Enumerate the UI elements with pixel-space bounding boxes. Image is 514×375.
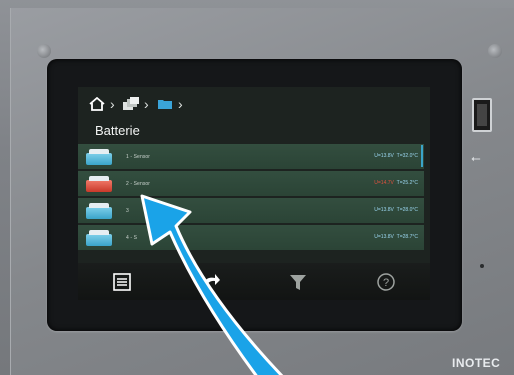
list-item[interactable]: 1 - Sensor U=13.8V T=32.0°C <box>78 144 424 169</box>
battery-icon <box>86 229 114 246</box>
sensor-label: 2 - Sensor <box>126 180 151 187</box>
sensor-label: 3 <box>126 207 129 214</box>
list-item[interactable]: 2 - Sensor U=14.7V T=25.2°C <box>78 171 424 196</box>
voltage-value: U=13.8V <box>374 207 394 213</box>
sensor-values: U=13.8V T=28.0°C <box>374 207 418 213</box>
sensor-label: 4 - S <box>126 234 138 241</box>
back-button[interactable] <box>190 267 230 297</box>
back-icon <box>203 273 220 288</box>
sensor-values: U=14.7V T=25.2°C <box>374 180 418 186</box>
temperature-value: T=28.7°C <box>396 234 418 240</box>
list-item[interactable]: 4 - S U=13.8V T=28.7°C <box>78 225 424 250</box>
list-item[interactable]: 3 U=13.8V T=28.0°C <box>78 198 424 223</box>
temperature-value: T=25.2°C <box>396 180 418 186</box>
menu-button[interactable] <box>102 267 142 297</box>
voltage-value: U=13.8V <box>374 153 394 159</box>
usb-icon: ⭠ <box>471 151 481 165</box>
temperature-value: T=32.0°C <box>396 153 418 159</box>
filter-button[interactable] <box>278 267 318 297</box>
menu-icon <box>113 272 131 291</box>
chevron-right-icon: › <box>110 96 115 112</box>
home-icon[interactable] <box>86 94 108 114</box>
sensor-values: U=13.8V T=28.7°C <box>374 234 418 240</box>
svg-text:?: ? <box>383 277 389 289</box>
voltage-value: U=13.8V <box>374 234 394 240</box>
battery-icon <box>86 202 114 219</box>
chevron-right-icon: › <box>144 96 149 112</box>
battery-list: 1 - Sensor U=13.8V T=32.0°C 2 - Sensor U… <box>78 144 424 252</box>
filter-icon <box>290 274 306 290</box>
sensor-label: 1 - Sensor <box>126 153 151 160</box>
voltage-value: U=14.7V <box>374 180 394 186</box>
temperature-value: T=28.0°C <box>396 207 418 213</box>
help-button[interactable]: ? <box>366 267 406 297</box>
scrollbar[interactable] <box>421 145 423 167</box>
touch-screen: › › › Batterie 1 - Sensor U=13.8V T=32.0… <box>78 87 430 300</box>
screw-top-right <box>488 44 502 58</box>
brand-logo: INOTEC <box>452 356 501 370</box>
devices-icon[interactable] <box>120 94 142 114</box>
sensor-values: U=13.8V T=32.0°C <box>374 153 418 159</box>
folder-icon[interactable] <box>154 94 176 114</box>
screw-top-left <box>37 44 51 58</box>
breadcrumb: › › › <box>86 93 186 115</box>
bottom-toolbar: ? <box>78 263 430 300</box>
help-icon: ? <box>377 272 395 291</box>
chevron-right-icon: › <box>178 96 183 112</box>
usb-port <box>472 98 492 132</box>
status-led <box>480 264 484 268</box>
page-title: Batterie <box>95 123 140 138</box>
battery-icon <box>86 148 114 165</box>
battery-warning-icon <box>86 175 114 192</box>
